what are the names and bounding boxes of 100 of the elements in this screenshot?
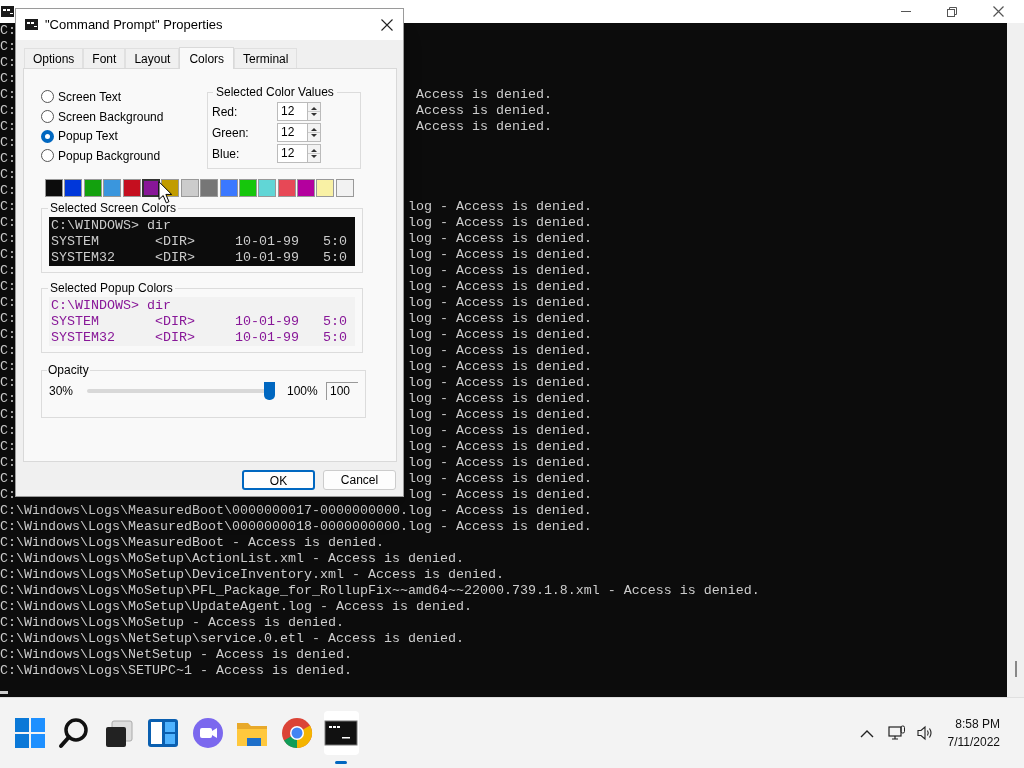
console-line: C: bbox=[0, 375, 16, 390]
console-line: C: bbox=[0, 151, 16, 166]
spin-button[interactable] bbox=[307, 144, 321, 163]
radio-button[interactable] bbox=[41, 110, 54, 124]
value-field[interactable]: 100 bbox=[326, 382, 358, 400]
console-line: log - Access is denied. bbox=[408, 295, 592, 311]
color-swatch[interactable] bbox=[258, 179, 277, 197]
tab[interactable]: Options bbox=[24, 48, 84, 68]
search-icon bbox=[57, 716, 91, 750]
console-line: C: bbox=[0, 183, 16, 198]
console-line: log - Access is denied. bbox=[408, 343, 592, 359]
field-label: Red: bbox=[212, 103, 239, 121]
console-line: C: bbox=[0, 135, 16, 150]
scrollbar[interactable] bbox=[1007, 23, 1024, 697]
console-line: C: bbox=[0, 311, 16, 326]
video-chat-icon bbox=[190, 716, 225, 750]
console-line: C: bbox=[0, 55, 16, 70]
color-swatch[interactable] bbox=[122, 179, 141, 197]
tab[interactable]: Colors bbox=[179, 47, 235, 69]
console-line: C:\Windows\Logs\MoSetup\PFL_Package_for_RollupFix~~amd64~~22000.739.1.8.xml - Access is denied. bbox=[0, 583, 760, 599]
preview-line: SYSTEM32 <DIR> 10-01-99 5:0 bbox=[51, 330, 348, 346]
console-line: C: bbox=[0, 391, 16, 406]
chevron-up-icon[interactable] bbox=[859, 728, 874, 738]
dialog-title: "Command Prompt" Properties bbox=[45, 15, 224, 34]
console-line: log - Access is denied. bbox=[408, 455, 592, 471]
console-line: C: bbox=[0, 39, 16, 54]
color-swatch[interactable] bbox=[180, 179, 199, 197]
radio-button[interactable] bbox=[41, 129, 54, 143]
color-swatch[interactable] bbox=[297, 179, 316, 197]
color-swatch[interactable] bbox=[103, 179, 122, 197]
color-swatch[interactable] bbox=[83, 179, 102, 197]
group-title: Opacity bbox=[47, 362, 90, 379]
console-line: C: bbox=[0, 471, 16, 486]
minimize-icon bbox=[901, 11, 911, 12]
color-swatch[interactable] bbox=[219, 179, 238, 197]
console-line: log - Access is denied. bbox=[408, 375, 592, 391]
console-line: C: bbox=[0, 119, 16, 134]
console-line: Access is denied. bbox=[416, 103, 552, 119]
console-line: C: bbox=[0, 295, 16, 310]
network-icon[interactable] bbox=[887, 725, 906, 741]
dialog-button[interactable]: Cancel bbox=[323, 470, 396, 490]
console-line: log - Access is denied. bbox=[408, 359, 592, 375]
preview-line: SYSTEM <DIR> 10-01-99 5:0 bbox=[51, 314, 348, 330]
radio-button[interactable] bbox=[41, 149, 54, 163]
clock-date: 7/11/2022 bbox=[947, 734, 1000, 751]
console-line: C: bbox=[0, 167, 16, 182]
console-line: C:\Windows\Logs\MeasuredBoot - Access is denied. bbox=[0, 535, 384, 551]
radio-button[interactable] bbox=[41, 90, 54, 104]
slider[interactable] bbox=[87, 382, 275, 400]
preview-line: C:\WINDOWS> dir bbox=[51, 218, 172, 234]
color-swatch[interactable] bbox=[316, 179, 335, 197]
number-field[interactable]: 12 bbox=[277, 123, 307, 142]
field-label: Blue: bbox=[212, 145, 241, 163]
number-field[interactable]: 12 bbox=[277, 144, 307, 163]
console-line: log - Access is denied. bbox=[408, 263, 592, 279]
console-line: C: bbox=[0, 407, 16, 422]
widgets-icon bbox=[146, 716, 180, 750]
dialog-button[interactable]: OK bbox=[242, 470, 315, 490]
console-line: C: bbox=[0, 215, 16, 230]
slider-thumb[interactable] bbox=[264, 382, 275, 400]
text-cursor bbox=[0, 691, 8, 694]
group-title: Selected Popup Colors bbox=[49, 280, 174, 297]
console-line: C: bbox=[0, 231, 16, 246]
close-icon bbox=[992, 6, 1004, 17]
color-swatch[interactable] bbox=[141, 179, 160, 197]
console-line: C:\Windows\Logs\MoSetup\ActionList.xml - Access is denied. bbox=[0, 551, 464, 567]
console-line: C: bbox=[0, 263, 16, 278]
console-line: log - Access is denied. bbox=[408, 471, 592, 487]
start-icon bbox=[12, 716, 47, 750]
preview-line: SYSTEM32 <DIR> 10-01-99 5:0 bbox=[51, 250, 348, 266]
console-line: C: bbox=[0, 71, 16, 86]
color-swatch[interactable] bbox=[64, 179, 83, 197]
tab[interactable]: Terminal bbox=[234, 48, 298, 68]
color-swatch[interactable] bbox=[277, 179, 296, 197]
console-line: C:\Windows\Logs\MoSetup - Access is denied. bbox=[0, 615, 344, 631]
color-swatch[interactable] bbox=[238, 179, 257, 197]
speaker-icon[interactable] bbox=[915, 725, 934, 741]
color-swatch[interactable] bbox=[200, 179, 219, 197]
console-line: C: bbox=[0, 439, 16, 454]
radio-label: Popup Background bbox=[58, 147, 161, 165]
console-line: C: bbox=[0, 23, 16, 38]
number-field[interactable]: 12 bbox=[277, 102, 307, 121]
console-line: C: bbox=[0, 87, 16, 102]
console-line: C:\Windows\Logs\MoSetup\DeviceInventory.xml - Access is denied. bbox=[0, 567, 504, 583]
console-line: Access is denied. bbox=[416, 87, 552, 103]
console-line: C:\Windows\Logs\SETUPC~1 - Access is denied. bbox=[0, 663, 352, 679]
spin-button[interactable] bbox=[307, 102, 321, 121]
color-swatch[interactable] bbox=[45, 179, 63, 197]
console-line: log - Access is denied. bbox=[408, 279, 592, 295]
console-line: C: bbox=[0, 103, 16, 118]
preview-line: SYSTEM <DIR> 10-01-99 5:0 bbox=[51, 234, 348, 250]
spin-button[interactable] bbox=[307, 123, 321, 142]
tab[interactable]: Layout bbox=[125, 48, 180, 68]
tab[interactable]: Font bbox=[83, 48, 126, 68]
console-line: log - Access is denied. bbox=[408, 439, 592, 455]
console-line: C: bbox=[0, 279, 16, 294]
group-title: Selected Screen Colors bbox=[49, 200, 178, 217]
scrollbar-thumb[interactable] bbox=[1014, 661, 1017, 677]
slider-min-label: 30% bbox=[49, 383, 75, 400]
color-swatch[interactable] bbox=[335, 179, 354, 197]
